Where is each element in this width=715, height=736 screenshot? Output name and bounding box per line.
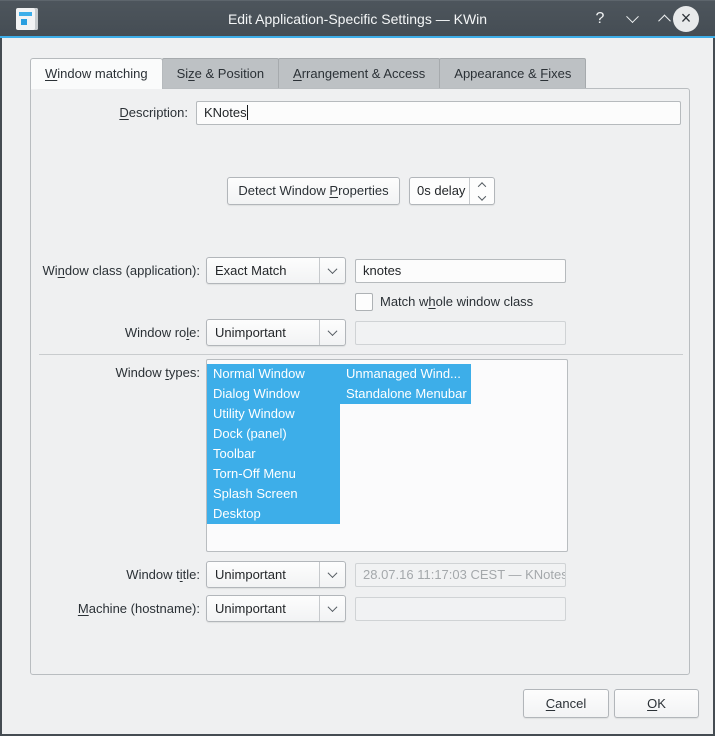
window-types-label: Window types:: [31, 363, 200, 383]
window-type-option[interactable]: Utility Window: [207, 404, 340, 424]
spin-arrows: [469, 178, 494, 204]
combo-arrow-area: [320, 258, 345, 283]
window-type-option[interactable]: Desktop: [207, 504, 340, 524]
window-class-match-value: Exact Match: [207, 258, 319, 283]
tab-arrangement-access[interactable]: Arrangement & Access: [278, 58, 440, 88]
tab-panel-window-matching: Description: KNotes Detect Window Proper…: [30, 88, 690, 675]
window-type-option[interactable]: Unmanaged Wind...: [340, 364, 471, 384]
window-role-input: [355, 321, 566, 345]
window-type-option[interactable]: Normal Window: [207, 364, 340, 384]
titlebar[interactable]: Edit Application-Specific Settings — KWi…: [0, 0, 715, 36]
window-title-match-value: Unimportant: [207, 562, 319, 587]
window-class-label: Window class (application):: [31, 257, 200, 284]
close-icon: ×: [681, 9, 692, 27]
window-type-option[interactable]: Dialog Window: [207, 384, 340, 404]
window-types-column-1: Normal WindowDialog WindowUtility Window…: [207, 364, 340, 524]
ok-button[interactable]: OK: [614, 689, 699, 718]
combo-arrow-area: [320, 320, 345, 345]
kwin-settings-dialog: Edit Application-Specific Settings — KWi…: [0, 0, 715, 736]
tab-bar: Window matching Size & Position Arrangem…: [30, 58, 585, 89]
machine-hostname-label: Machine (hostname):: [31, 595, 200, 622]
tab-appearance-fixes[interactable]: Appearance & Fixes: [439, 58, 586, 88]
window-title-input: 28.07.16 11:17:03 CEST — KNotes: [355, 563, 566, 587]
chevron-up-icon: [478, 182, 486, 190]
window-type-option[interactable]: Dock (panel): [207, 424, 340, 444]
chevron-down-icon: [626, 10, 639, 23]
spin-up-button[interactable]: [470, 178, 494, 191]
spin-down-button[interactable]: [470, 191, 494, 204]
window-type-option[interactable]: Toolbar: [207, 444, 340, 464]
detect-window-properties-button[interactable]: Detect Window Properties: [227, 177, 400, 205]
chevron-down-icon: [328, 568, 338, 578]
window-types-list[interactable]: Normal WindowDialog WindowUtility Window…: [206, 359, 568, 552]
chevron-down-icon: [328, 264, 338, 274]
window-types-column-2: Unmanaged Wind...Standalone Menubar: [340, 364, 471, 404]
match-whole-class-label[interactable]: Match whole window class: [380, 293, 533, 311]
chevron-down-icon: [328, 602, 338, 612]
machine-match-value: Unimportant: [207, 596, 319, 621]
detect-delay-spinbox[interactable]: 0s delay: [409, 177, 495, 205]
machine-input: [355, 597, 566, 621]
window-type-option[interactable]: Torn-Off Menu: [207, 464, 340, 484]
window-role-label: Window role:: [31, 319, 200, 346]
section-separator: [39, 354, 683, 355]
titlebar-accent-line: [0, 36, 715, 38]
text-cursor: [247, 105, 248, 120]
window-title-match-select[interactable]: Unimportant: [206, 561, 346, 588]
chevron-down-icon: [478, 192, 486, 200]
window-role-match-select[interactable]: Unimportant: [206, 319, 346, 346]
detect-delay-value: 0s delay: [410, 178, 469, 204]
cancel-button[interactable]: Cancel: [523, 689, 609, 718]
combo-arrow-area: [320, 596, 345, 621]
window-role-match-value: Unimportant: [207, 320, 319, 345]
match-whole-class-checkbox[interactable]: [355, 293, 373, 311]
close-button[interactable]: ×: [673, 6, 699, 32]
help-button[interactable]: ?: [586, 1, 614, 37]
chevron-up-icon: [658, 14, 671, 27]
window-title-label: Window title:: [31, 561, 200, 588]
window-class-match-select[interactable]: Exact Match: [206, 257, 346, 284]
chevron-down-icon: [328, 326, 338, 336]
combo-arrow-area: [320, 562, 345, 587]
machine-match-select[interactable]: Unimportant: [206, 595, 346, 622]
window-class-input[interactable]: knotes: [355, 259, 566, 283]
window-type-option[interactable]: Standalone Menubar: [340, 384, 471, 404]
tab-size-position[interactable]: Size & Position: [162, 58, 279, 88]
tab-window-matching[interactable]: Window matching: [30, 58, 163, 89]
description-value: KNotes: [204, 105, 247, 120]
description-input[interactable]: KNotes: [196, 101, 681, 125]
keep-below-button[interactable]: [618, 1, 646, 37]
description-label: Description:: [31, 101, 188, 125]
window-type-option[interactable]: Splash Screen: [207, 484, 340, 504]
